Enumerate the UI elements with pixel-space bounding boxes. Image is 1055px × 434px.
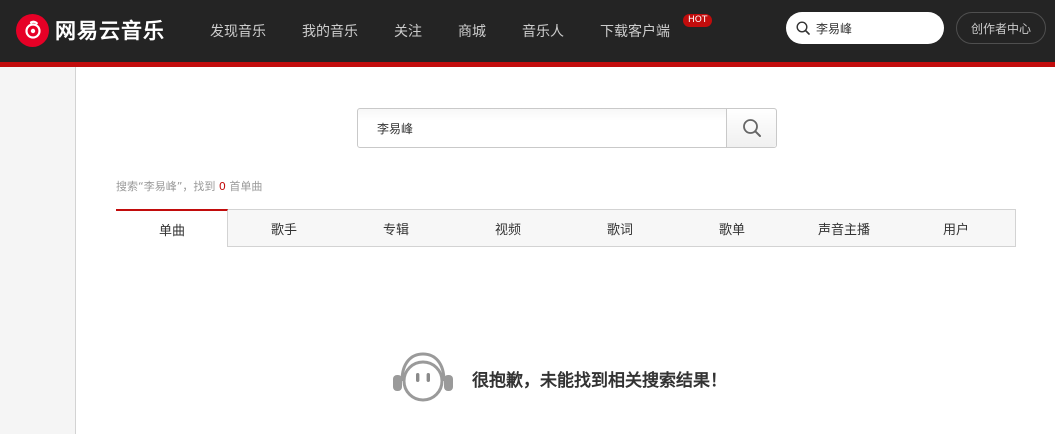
tab-videos[interactable]: 视频 (452, 210, 564, 246)
tab-podcasters[interactable]: 声音主播 (788, 210, 900, 246)
result-summary: 搜索“李易峰”，找到 0 首单曲 (116, 178, 262, 194)
result-count: 0 (218, 180, 226, 193)
nav-label: 下载客户端 (600, 24, 670, 40)
brand-name: 网易云音乐 (55, 19, 165, 43)
tab-lyrics[interactable]: 歌词 (564, 210, 676, 246)
search-results-panel: 搜索“李易峰”，找到 0 首单曲 单曲 歌手 专辑 视频 歌词 歌单 声音主播 … (75, 67, 1055, 434)
nav-label: 我的音乐 (302, 24, 358, 40)
nav-follow[interactable]: 关注 (376, 0, 440, 62)
logo[interactable]: 网易云音乐 (16, 12, 165, 48)
top-search-field[interactable]: 李易峰 (786, 12, 944, 44)
result-type-tabs: 单曲 歌手 专辑 视频 歌词 歌单 声音主播 用户 (116, 209, 1016, 247)
nav-musician[interactable]: 音乐人 (504, 0, 582, 62)
nav-label: 发现音乐 (210, 24, 266, 40)
nav-label: 音乐人 (522, 24, 564, 40)
search-button[interactable] (726, 109, 776, 147)
tab-users[interactable]: 用户 (900, 210, 1012, 246)
nav-download-client[interactable]: 下载客户端 HOT (582, 0, 713, 62)
search-input[interactable] (358, 109, 727, 147)
search-icon (796, 21, 810, 35)
result-prefix: 搜索“李易峰”，找到 (116, 180, 219, 193)
top-search-value: 李易峰 (816, 21, 853, 36)
nav-discover-music[interactable]: 发现音乐 (192, 0, 284, 62)
tab-playlists[interactable]: 歌单 (676, 210, 788, 246)
result-suffix: 首单曲 (225, 180, 263, 193)
netease-music-logo-icon (16, 13, 49, 47)
tab-albums[interactable]: 专辑 (340, 210, 452, 246)
search-box (357, 108, 777, 148)
nav-my-music[interactable]: 我的音乐 (284, 0, 376, 62)
tab-artists[interactable]: 歌手 (228, 210, 340, 246)
creator-center-button[interactable]: 创作者中心 (956, 12, 1046, 44)
top-bar: 网易云音乐 发现音乐 我的音乐 关注 商城 音乐人 下载客户端 HOT 李易峰 … (0, 0, 1055, 62)
empty-state: 很抱歉，未能找到相关搜索结果！ (390, 351, 727, 405)
search-icon (742, 119, 761, 137)
headphones-face-icon (393, 352, 453, 402)
nav-label: 关注 (394, 24, 422, 40)
tab-songs[interactable]: 单曲 (116, 209, 228, 247)
nav-label: 商城 (458, 24, 486, 40)
main-nav: 发现音乐 我的音乐 关注 商城 音乐人 下载客户端 HOT (192, 0, 713, 62)
hot-badge: HOT (683, 14, 713, 27)
empty-state-message: 很抱歉，未能找到相关搜索结果！ (472, 370, 727, 391)
nav-mall[interactable]: 商城 (440, 0, 504, 62)
